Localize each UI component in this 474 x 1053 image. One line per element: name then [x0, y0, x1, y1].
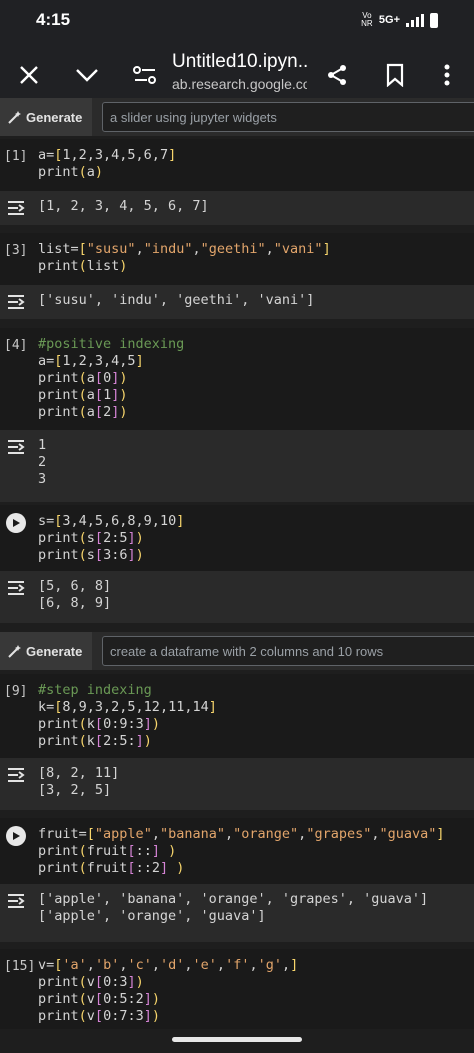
more-options-icon[interactable] — [432, 60, 462, 90]
status-icons: Vo NR 5G+ — [361, 12, 438, 28]
page-title-block[interactable]: Untitled10.ipyn... ab.research.google.co… — [172, 50, 307, 94]
run-cell-button[interactable] — [6, 826, 26, 846]
output-text: [5, 6, 8] [6, 8, 9] — [38, 578, 112, 611]
generate-prompt-input[interactable]: a slider using jupyter widgets — [102, 102, 474, 132]
generate-button[interactable]: Generate — [0, 98, 92, 136]
code-editor[interactable]: #positive indexing a=[1,2,3,4,5] print(a… — [38, 336, 184, 421]
play-icon — [13, 832, 20, 840]
output-cell: [5, 6, 8] [6, 8, 9] — [0, 571, 474, 623]
cell-gap — [0, 942, 474, 949]
output-text: 1 2 3 — [38, 437, 47, 487]
play-icon — [13, 519, 20, 527]
magic-wand-icon — [8, 111, 21, 124]
code-editor[interactable]: v=['a','b','c','d','e','f','g',] print(v… — [38, 957, 298, 1025]
output-icon[interactable] — [6, 579, 26, 597]
output-icon[interactable] — [6, 293, 26, 311]
generate-bar: Generate create a dataframe with 2 colum… — [0, 632, 474, 670]
code-cell[interactable]: fruit=["apple","banana","orange","grapes… — [0, 818, 474, 884]
code-editor[interactable]: list=["susu","indu","geethi","vani"] pri… — [38, 241, 331, 275]
output-text: ['susu', 'indu', 'geethi', 'vani'] — [38, 292, 315, 308]
code-cell[interactable]: s=[3,4,5,6,8,9,10] print(s[2:5]) print(s… — [0, 505, 474, 571]
magic-wand-icon — [8, 645, 21, 658]
cell-gap — [0, 319, 474, 328]
cell-gap — [0, 810, 474, 818]
code-editor[interactable]: a=[1,2,3,4,5,6,7] print(a) — [38, 147, 176, 181]
code-cell[interactable]: [9] #step indexing k=[8,9,3,2,5,12,11,14… — [0, 674, 474, 758]
page-title: Untitled10.ipyn... — [172, 51, 307, 72]
output-text: [8, 2, 11] [3, 2, 5] — [38, 765, 120, 798]
code-cell[interactable]: [1] a=[1,2,3,4,5,6,7] print(a) — [0, 139, 474, 191]
close-icon[interactable] — [14, 60, 44, 90]
output-cell: 1 2 3 — [0, 430, 474, 502]
bookmark-icon[interactable] — [380, 60, 410, 90]
output-icon[interactable] — [6, 892, 26, 910]
execution-count: [3] — [4, 243, 28, 258]
code-editor[interactable]: #step indexing k=[8,9,3,2,5,12,11,14] pr… — [38, 682, 217, 750]
cell-gap — [0, 225, 474, 233]
status-bar: 4:15 Vo NR 5G+ — [0, 0, 474, 40]
network-type: 5G+ — [378, 14, 400, 26]
output-text: [1, 2, 3, 4, 5, 6, 7] — [38, 198, 209, 214]
battery-icon — [430, 12, 438, 28]
volte-indicator: Vo NR — [361, 11, 373, 28]
output-icon[interactable] — [6, 438, 26, 456]
generate-label: Generate — [26, 109, 83, 125]
execution-count: [1] — [4, 149, 28, 164]
output-cell: [1, 2, 3, 4, 5, 6, 7] — [0, 191, 474, 225]
status-time: 4:15 — [36, 10, 71, 29]
signal-icon — [406, 13, 424, 27]
output-text: ['apple', 'banana', 'orange', 'grapes', … — [38, 891, 429, 924]
share-icon[interactable] — [322, 60, 352, 90]
code-cell[interactable]: [15] v=['a','b','c','d','e','f','g',] pr… — [0, 949, 474, 1029]
output-cell: ['susu', 'indu', 'geethi', 'vani'] — [0, 285, 474, 319]
generate-prompt-input[interactable]: create a dataframe with 2 columns and 10… — [102, 636, 474, 666]
run-cell-button[interactable] — [6, 513, 26, 533]
code-cell[interactable]: [4] #positive indexing a=[1,2,3,4,5] pri… — [0, 328, 474, 430]
page-controls-icon[interactable] — [130, 60, 160, 90]
output-icon[interactable] — [6, 199, 26, 217]
output-icon[interactable] — [6, 766, 26, 784]
execution-count: [9] — [4, 684, 28, 699]
execution-count: [15] — [4, 959, 36, 974]
generate-label: Generate — [26, 643, 83, 659]
chevron-down-icon[interactable] — [72, 60, 102, 90]
execution-count: [4] — [4, 338, 28, 353]
gesture-nav-handle[interactable] — [172, 1037, 302, 1042]
output-cell: ['apple', 'banana', 'orange', 'grapes', … — [0, 884, 474, 942]
generate-bar: Generate a slider using jupyter widgets — [0, 98, 474, 136]
page-url: ab.research.google.com — [172, 76, 307, 92]
output-cell: [8, 2, 11] [3, 2, 5] — [0, 758, 474, 810]
code-cell[interactable]: [3] list=["susu","indu","geethi","vani"]… — [0, 233, 474, 285]
cell-gap — [0, 623, 474, 632]
code-editor[interactable]: s=[3,4,5,6,8,9,10] print(s[2:5]) print(s… — [38, 513, 184, 564]
generate-button[interactable]: Generate — [0, 632, 92, 670]
code-editor[interactable]: fruit=["apple","banana","orange","grapes… — [38, 826, 445, 877]
